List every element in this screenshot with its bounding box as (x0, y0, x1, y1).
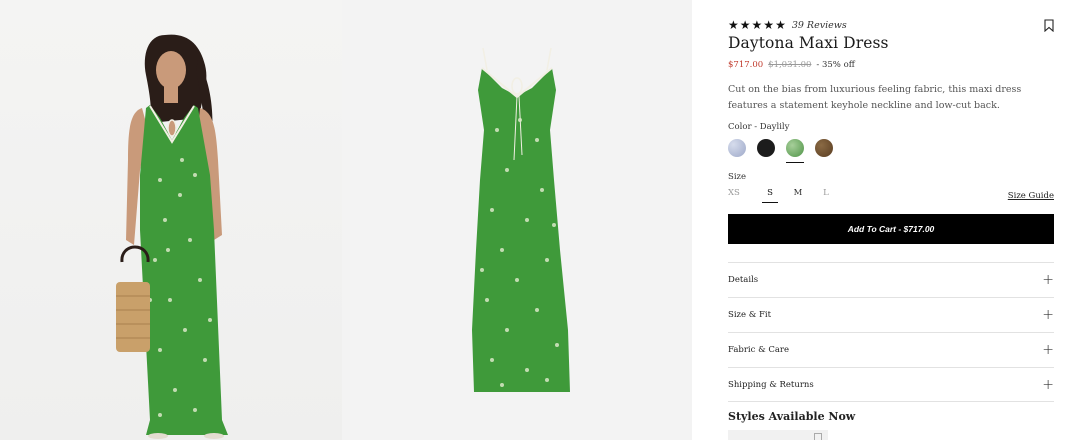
star-icon: ★ (728, 18, 739, 32)
bookmark-icon[interactable] (814, 433, 822, 440)
size-option-xs[interactable]: XS (728, 188, 756, 202)
swatch-black[interactable] (757, 139, 775, 157)
swatch-green-floral[interactable] (786, 139, 804, 163)
price-row: $717.00 $1,031.00 - 35% off (728, 60, 855, 70)
style-thumbnail[interactable] (728, 430, 828, 440)
accordion-shipping-returns[interactable]: Shipping & Returns + (728, 367, 1054, 402)
size-option-s[interactable]: S (756, 188, 784, 203)
accordion-label: Size & Fit (728, 310, 772, 320)
accordion-label: Fabric & Care (728, 345, 790, 355)
product-gallery (0, 0, 692, 440)
plus-icon: + (1042, 272, 1054, 288)
size-guide-link[interactable]: Size Guide (1008, 191, 1054, 201)
dress-illustration (472, 47, 570, 392)
discount-label: - 35% off (816, 60, 855, 70)
size-option-label: L (823, 188, 829, 198)
plus-icon: + (1042, 307, 1054, 323)
size-option-label: S (762, 188, 778, 203)
plus-icon: + (1042, 376, 1054, 393)
accordion-fabric-care[interactable]: Fabric & Care + (728, 332, 1054, 367)
swatch-brown[interactable] (815, 139, 833, 157)
accordion-details[interactable]: Details + (728, 262, 1054, 297)
bookmark-icon[interactable] (1044, 19, 1054, 32)
accordion-size-fit[interactable]: Size & Fit + (728, 297, 1054, 332)
color-swatches (728, 139, 833, 163)
size-option-l[interactable]: L (812, 188, 840, 202)
star-rating: ★ ★ ★ ★ ★ (728, 19, 786, 31)
size-options: XS S M L (728, 188, 840, 203)
size-option-label: XS (728, 188, 740, 198)
color-label: Color - Daylily (728, 122, 790, 132)
accordion-label: Shipping & Returns (728, 379, 814, 390)
flatlay-photo[interactable] (342, 0, 692, 440)
size-option-label: M (793, 188, 803, 198)
size-label: Size (728, 172, 747, 182)
size-option-m[interactable]: M (784, 188, 812, 202)
review-count-link[interactable]: 39 Reviews (792, 20, 847, 31)
model-illustration (116, 34, 228, 439)
model-photo[interactable] (0, 0, 342, 440)
original-price: $1,031.00 (768, 60, 812, 70)
swatch-light-blue-floral[interactable] (728, 139, 746, 157)
product-description: Cut on the bias from luxurious feeling f… (728, 84, 1022, 111)
star-icon: ★ (739, 18, 751, 32)
add-to-cart-button[interactable]: Add To Cart - $717.00 (728, 214, 1054, 244)
product-panel: ★ ★ ★ ★ ★ 39 Reviews Daytona Maxi Dress … (728, 0, 1054, 440)
info-accordion: Details + Size & Fit + Fabric & Care + S… (728, 262, 1054, 402)
star-icon: ★ (751, 18, 763, 32)
styles-available-heading: Styles Available Now (728, 410, 856, 423)
star-icon: ★ (763, 18, 775, 32)
plus-icon: + (1042, 342, 1054, 358)
star-icon: ★ (775, 18, 786, 32)
rating-row[interactable]: ★ ★ ★ ★ ★ 39 Reviews (728, 19, 847, 31)
accordion-label: Details (728, 275, 759, 285)
sale-price: $717.00 (728, 60, 764, 70)
product-title: Daytona Maxi Dress (728, 34, 889, 52)
